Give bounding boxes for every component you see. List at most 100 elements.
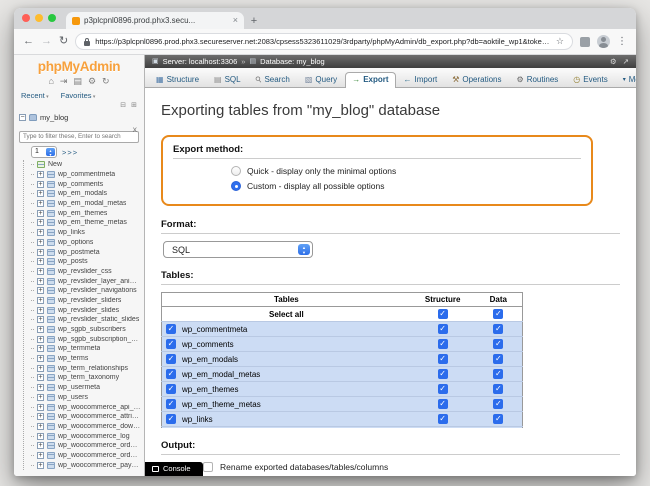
sidebar-table-item[interactable]: wp_term_taxonomy	[25, 373, 141, 383]
sidebar-table-item[interactable]: wp_commentmeta	[25, 170, 141, 180]
table-checkbox[interactable]	[166, 339, 176, 349]
sidebar-table-name[interactable]: wp_comments	[58, 181, 103, 188]
export-method-option[interactable]: Quick - display only the minimal options	[231, 166, 581, 176]
sidebar-table-name[interactable]: wp_usermeta	[58, 384, 100, 391]
sidebar-table-item[interactable]: wp_usermeta	[25, 383, 141, 393]
collapse-all-icon[interactable]: ⊟	[120, 102, 126, 109]
expand-icon[interactable]	[37, 200, 44, 207]
sidebar-table-name[interactable]: wp_woocommerce_api_keys	[58, 404, 141, 411]
sidebar-table-name[interactable]: wp_em_themes	[58, 210, 107, 217]
select-all-data-checkbox[interactable]	[493, 309, 503, 319]
data-checkbox[interactable]	[493, 369, 503, 379]
table-checkbox[interactable]	[166, 354, 176, 364]
expand-icon[interactable]	[37, 452, 44, 459]
expand-icon[interactable]	[37, 404, 44, 411]
url-text[interactable]: https://p3plcpnl0896.prod.phx3.secureser…	[95, 37, 551, 46]
expand-icon[interactable]	[37, 413, 44, 420]
table-checkbox[interactable]	[166, 369, 176, 379]
sidebar-table-name[interactable]: wp_woocommerce_log	[58, 433, 130, 440]
expand-icon[interactable]	[37, 433, 44, 440]
sidebar-table-item[interactable]: wp_termmeta	[25, 344, 141, 354]
close-window-button[interactable]	[22, 14, 30, 22]
sidebar-table-item[interactable]: wp_revslider_static_slides	[25, 315, 141, 325]
forward-button[interactable]: →	[41, 36, 52, 47]
structure-checkbox[interactable]	[438, 414, 448, 424]
expand-panel-icon[interactable]: ↗	[623, 57, 629, 66]
table-filter-input[interactable]	[19, 131, 139, 143]
expand-icon[interactable]	[37, 171, 44, 178]
sidebar-table-name[interactable]: wp_term_taxonomy	[58, 374, 119, 381]
tree-database-item[interactable]: my_blog	[19, 112, 141, 124]
sidebar-table-name[interactable]: wp_revslider_layer_animation	[58, 278, 141, 285]
sidebar-table-name[interactable]: wp_revslider_navigations	[58, 287, 137, 294]
sidebar-table-name[interactable]: wp_sgpb_subscribers	[58, 326, 126, 333]
preferences-gear-icon[interactable]: ⚙	[610, 57, 617, 66]
radio-icon[interactable]	[231, 166, 241, 176]
sidebar-table-item[interactable]: wp_revslider_sliders	[25, 296, 141, 306]
sidebar-table-item[interactable]: wp_links	[25, 228, 141, 238]
expand-icon[interactable]	[37, 316, 44, 323]
data-checkbox[interactable]	[493, 354, 503, 364]
sidebar-table-name[interactable]: wp_posts	[58, 258, 88, 265]
expand-icon[interactable]	[37, 219, 44, 226]
format-select[interactable]: SQL	[163, 241, 313, 258]
recent-dropdown[interactable]: Recent	[21, 91, 49, 100]
expand-icon[interactable]	[37, 355, 44, 362]
export-method-option[interactable]: Custom - display all possible options	[231, 181, 581, 191]
reload-button[interactable]: ↻	[59, 36, 68, 47]
sidebar-table-item[interactable]: wp_sgpb_subscribers	[25, 325, 141, 335]
sidebar-table-item[interactable]: wp_em_theme_metas	[25, 218, 141, 228]
collapse-icon[interactable]	[19, 114, 26, 121]
sidebar-table-item[interactable]: wp_em_modal_metas	[25, 199, 141, 209]
tab[interactable]: Import ▾	[397, 72, 445, 87]
sidebar-table-item[interactable]: wp_woocommerce_log	[25, 431, 141, 441]
browser-menu-icon[interactable]: ⋮	[617, 36, 627, 47]
phpmyadmin-logo[interactable]: phpMyAdmin	[14, 55, 144, 75]
expand-icon[interactable]	[37, 442, 44, 449]
data-checkbox[interactable]	[493, 399, 503, 409]
tab[interactable]: Query ▾	[298, 72, 344, 87]
sidebar-table-name[interactable]: wp_users	[58, 394, 88, 401]
expand-icon[interactable]	[37, 258, 44, 265]
structure-checkbox[interactable]	[438, 384, 448, 394]
expand-icon[interactable]	[37, 336, 44, 343]
sidebar-table-name[interactable]: wp_revslider_sliders	[58, 297, 121, 304]
sidebar-table-name[interactable]: wp_revslider_static_slides	[58, 316, 139, 323]
tab[interactable]: Export ▾	[345, 72, 395, 88]
home-icon[interactable]: ⌂	[48, 77, 53, 86]
sidebar-table-item[interactable]: wp_woocommerce_order_iter	[25, 441, 141, 451]
sidebar-table-item[interactable]: wp_em_themes	[25, 208, 141, 218]
sidebar-table-name[interactable]: wp_term_relationships	[58, 365, 128, 372]
sidebar-table-name[interactable]: wp_woocommerce_attribute_	[58, 413, 141, 420]
output-option[interactable]: Rename exported databases/tables/columns	[203, 462, 620, 472]
select-all-structure-checkbox[interactable]	[438, 309, 448, 319]
new-table-item[interactable]: New	[25, 160, 141, 170]
sidebar-table-item[interactable]: wp_users	[25, 393, 141, 403]
sidebar-table-item[interactable]: wp_revslider_slides	[25, 305, 141, 315]
docs-icon[interactable]: ▤	[73, 77, 82, 86]
profile-avatar[interactable]	[597, 35, 610, 48]
console-toggle[interactable]: Console	[145, 462, 203, 476]
expand-icon[interactable]	[37, 423, 44, 430]
data-checkbox[interactable]	[493, 324, 503, 334]
sidebar-table-item[interactable]: wp_comments	[25, 179, 141, 189]
structure-checkbox[interactable]	[438, 339, 448, 349]
output-option-control[interactable]	[203, 462, 213, 472]
reload-nav-icon[interactable]: ↻	[102, 77, 110, 86]
structure-checkbox[interactable]	[438, 324, 448, 334]
sidebar-table-name[interactable]: wp_terms	[58, 355, 88, 362]
back-button[interactable]: ←	[23, 36, 34, 47]
data-checkbox[interactable]	[493, 384, 503, 394]
address-bar[interactable]: https://p3plcpnl0896.prod.phx3.secureser…	[75, 33, 573, 50]
sidebar-table-item[interactable]: wp_woocommerce_attribute_	[25, 412, 141, 422]
sidebar-table-name[interactable]: wp_sgpb_subscription_error_	[58, 336, 141, 343]
clear-filter-button[interactable]: X	[133, 127, 137, 134]
tab[interactable]: Routines ▾	[510, 72, 566, 87]
tab[interactable]: More ▾	[616, 72, 636, 87]
close-tab-icon[interactable]: ×	[233, 16, 238, 25]
table-checkbox[interactable]	[166, 414, 176, 424]
settings-gear-icon[interactable]: ⚙	[88, 77, 96, 86]
sidebar-table-item[interactable]: wp_term_relationships	[25, 363, 141, 373]
expand-icon[interactable]	[37, 297, 44, 304]
sidebar-table-item[interactable]: wp_sgpb_subscription_error_	[25, 334, 141, 344]
